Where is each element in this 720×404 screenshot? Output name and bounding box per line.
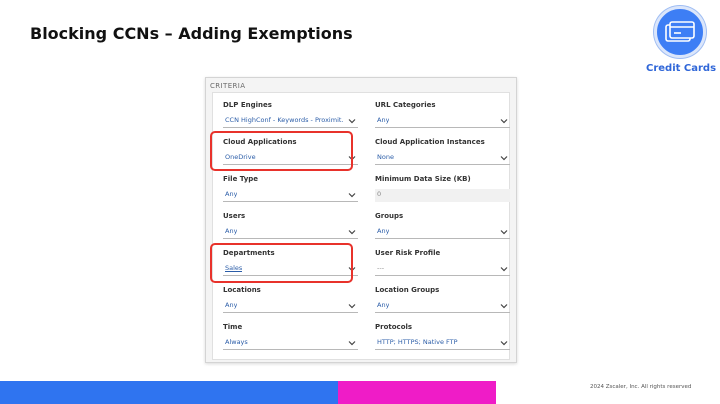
locations-field: Locations Any (223, 286, 358, 313)
field-label: Groups (375, 212, 404, 220)
cloud-app-instances-field: Cloud Application Instances None (375, 138, 510, 165)
chevron-down-icon (500, 304, 508, 309)
criteria-header: CRITERIA (210, 82, 246, 90)
copyright-text: 2024 Zscaler, Inc. All rights reserved (590, 384, 692, 390)
field-label: Protocols (375, 323, 413, 331)
chevron-down-icon (348, 304, 356, 309)
dlp-engines-field: DLP Engines CCN HighConf - Keywords - Pr… (223, 101, 358, 128)
credit-card-icon (654, 6, 706, 58)
slide-title: Blocking CCNs – Adding Exemptions (30, 24, 353, 43)
locations-select[interactable]: Any (223, 300, 358, 313)
user-risk-profile-select[interactable]: --- (375, 263, 510, 276)
select-value: --- (377, 264, 385, 272)
protocols-field: Protocols HTTP; HTTPS; Native FTP (375, 323, 510, 350)
select-value: CCN HighConf - Keywords - Proximit... (225, 116, 343, 124)
badge-label: Credit Cards (646, 63, 717, 74)
protocols-select[interactable]: HTTP; HTTPS; Native FTP (375, 337, 510, 350)
cloud-app-instances-select[interactable]: None (375, 152, 510, 165)
cloud-applications-highlight (210, 131, 353, 171)
groups-field: Groups Any (375, 212, 510, 239)
chevron-down-icon (500, 230, 508, 235)
chevron-down-icon (500, 156, 508, 161)
users-select[interactable]: Any (223, 226, 358, 239)
select-value: Always (225, 338, 248, 346)
users-field: Users Any (223, 212, 358, 239)
input-value: 0 (377, 190, 382, 198)
field-label: Locations (223, 286, 261, 294)
field-label: Minimum Data Size (KB) (375, 175, 471, 183)
credit-cards-badge: Credit Cards (646, 6, 717, 74)
select-value: None (377, 153, 394, 161)
select-value: HTTP; HTTPS; Native FTP (377, 338, 458, 346)
select-value: Any (377, 227, 390, 235)
field-label: URL Categories (375, 101, 436, 109)
chevron-down-icon (500, 267, 508, 272)
select-value: Any (225, 190, 238, 198)
chevron-down-icon (500, 119, 508, 124)
select-value: Any (225, 227, 238, 235)
field-label: DLP Engines (223, 101, 272, 109)
chevron-down-icon (348, 119, 356, 124)
location-groups-field: Location Groups Any (375, 286, 510, 313)
footer-bar-pink (338, 381, 496, 404)
file-type-field: File Type Any (223, 175, 358, 202)
file-type-select[interactable]: Any (223, 189, 358, 202)
dlp-engines-select[interactable]: CCN HighConf - Keywords - Proximit... (223, 115, 358, 128)
field-label: File Type (223, 175, 259, 183)
field-label: Users (223, 212, 246, 220)
select-value: Any (377, 301, 390, 309)
select-value: Any (225, 301, 238, 309)
user-risk-profile-field: User Risk Profile --- (375, 249, 510, 276)
select-value: Any (377, 116, 390, 124)
chevron-down-icon (500, 341, 508, 346)
departments-highlight (210, 243, 353, 283)
minimum-data-size-field: Minimum Data Size (KB) 0 (375, 175, 510, 202)
field-label: Cloud Application Instances (375, 138, 485, 146)
field-label: Time (223, 323, 243, 331)
url-categories-field: URL Categories Any (375, 101, 510, 128)
location-groups-select[interactable]: Any (375, 300, 510, 313)
chevron-down-icon (348, 341, 356, 346)
chevron-down-icon (348, 230, 356, 235)
criteria-panel: CRITERIA DLP Engines CCN HighConf - Keyw… (205, 77, 517, 363)
minimum-data-size-input[interactable]: 0 (375, 189, 510, 202)
time-field: Time Always (223, 323, 358, 350)
chevron-down-icon (348, 193, 356, 198)
footer-bar-blue (0, 381, 338, 404)
url-categories-select[interactable]: Any (375, 115, 510, 128)
field-label: User Risk Profile (375, 249, 441, 257)
groups-select[interactable]: Any (375, 226, 510, 239)
time-select[interactable]: Always (223, 337, 358, 350)
field-label: Location Groups (375, 286, 440, 294)
